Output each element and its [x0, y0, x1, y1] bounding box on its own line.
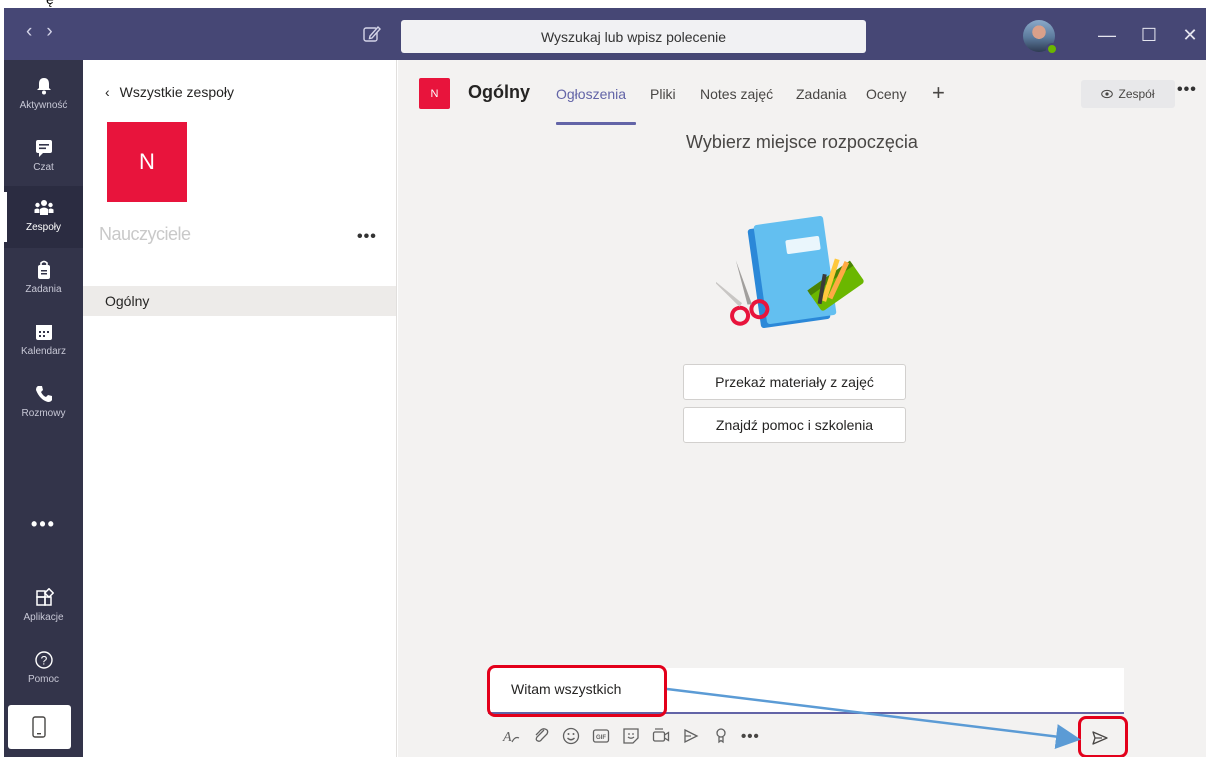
- team-name[interactable]: Nauczyciele: [99, 224, 191, 245]
- mobile-app-button[interactable]: [8, 705, 71, 749]
- tab-files[interactable]: Pliki: [650, 86, 676, 102]
- tab-assignments[interactable]: Zadania: [796, 86, 847, 102]
- chevron-left-icon: ‹: [105, 84, 110, 100]
- bell-icon: [36, 78, 51, 95]
- rail-label: Zespoły: [25, 222, 61, 233]
- tab-class-notebook[interactable]: Notes zajęć: [700, 86, 773, 102]
- mobile-device-icon: [32, 716, 46, 738]
- svg-text:A: A: [502, 730, 512, 745]
- team-avatar: N: [107, 122, 187, 202]
- rail-label: Rozmowy: [21, 408, 66, 419]
- add-tab-icon[interactable]: +: [932, 80, 945, 106]
- svg-text:?: ?: [40, 654, 47, 668]
- close-icon[interactable]: ✕: [1170, 18, 1206, 52]
- praise-icon[interactable]: [711, 726, 731, 746]
- calendar-icon: [35, 325, 52, 340]
- tab-posts[interactable]: Ogłoszenia: [556, 86, 626, 102]
- highlight-send-button: [1078, 716, 1128, 757]
- rail-item-help[interactable]: ? Pomoc: [4, 638, 83, 700]
- apps-icon: [35, 588, 54, 606]
- start-title: Wybierz miejsce rozpoczęcia: [686, 132, 918, 152]
- rail-item-chat[interactable]: Czat: [4, 126, 83, 188]
- teams-icon: [34, 200, 53, 215]
- channel-item-general[interactable]: Ogólny: [83, 286, 396, 316]
- attach-icon[interactable]: [531, 726, 551, 746]
- stream-icon[interactable]: [681, 726, 701, 746]
- help-icon: ?: [34, 651, 53, 669]
- team-view-label: Zespół: [1118, 87, 1155, 101]
- app-rail: Aktywność Czat Zespoły Zadania Kalendarz…: [4, 60, 83, 757]
- sticker-icon[interactable]: [621, 726, 641, 746]
- tab-grades[interactable]: Oceny: [866, 86, 906, 102]
- eye-icon: [1101, 89, 1114, 99]
- rail-label: Aktywność: [19, 100, 68, 111]
- chat-icon: [35, 140, 52, 157]
- emoji-icon[interactable]: [561, 726, 581, 746]
- new-chat-icon[interactable]: [361, 23, 383, 45]
- channel-label: Ogólny: [105, 293, 150, 309]
- more-options-icon[interactable]: •••: [741, 728, 760, 745]
- top-glyph: ę: [46, 0, 54, 7]
- assignments-icon: [37, 260, 50, 279]
- rail-item-calls[interactable]: Rozmowy: [4, 372, 83, 434]
- help-training-button[interactable]: Znajdź pomoc i szkolenia: [683, 407, 906, 443]
- compose-toolbar: A GIF •••: [501, 724, 760, 748]
- nav-arrows: ‹›: [26, 21, 67, 43]
- svg-text:GIF: GIF: [596, 735, 606, 741]
- rail-label: Zadania: [25, 284, 62, 295]
- rail-item-apps[interactable]: Aplikacje: [4, 576, 83, 638]
- all-teams-label: Wszystkie zespoły: [119, 84, 235, 100]
- all-teams-link[interactable]: ‹ Wszystkie zespoły: [105, 84, 234, 100]
- team-more-options[interactable]: •••: [357, 228, 377, 246]
- channel-team-avatar: N: [419, 78, 450, 109]
- format-icon[interactable]: A: [501, 726, 521, 746]
- teams-panel: ‹ Wszystkie zespoły N Nauczyciele ••• Ogó…: [83, 60, 397, 757]
- minimize-icon[interactable]: —: [1087, 18, 1127, 52]
- team-view-button[interactable]: Zespół: [1081, 80, 1175, 108]
- active-tab-indicator: [556, 122, 636, 125]
- gif-icon[interactable]: GIF: [591, 726, 611, 746]
- share-class-materials-button[interactable]: Przekaż materiały z zajęć: [683, 364, 906, 400]
- rail-label: Kalendarz: [20, 346, 67, 357]
- notebook-scissors-illustration: [716, 216, 864, 328]
- forward-arrow-icon[interactable]: ›: [46, 21, 66, 42]
- highlight-compose-text: [487, 665, 667, 717]
- rail-label: Pomoc: [27, 674, 60, 685]
- channel-title: Ogólny: [468, 82, 530, 102]
- channel-header: N Ogólny Ogłoszenia Pliki Notes zajęć Za…: [398, 60, 1206, 126]
- rail-item-assignments[interactable]: Zadania: [4, 248, 83, 310]
- meet-now-icon[interactable]: [651, 726, 671, 746]
- back-arrow-icon[interactable]: ‹: [26, 21, 46, 42]
- title-bar: ‹› Wyszukaj lub wpisz polecenie — ☐ ✕: [4, 8, 1206, 60]
- more-apps-icon[interactable]: •••: [4, 514, 83, 535]
- header-more-options[interactable]: •••: [1177, 81, 1197, 99]
- status-available-icon: [1046, 43, 1058, 55]
- rail-label: Czat: [33, 162, 54, 173]
- phone-icon: [35, 386, 52, 402]
- rail-item-activity[interactable]: Aktywność: [4, 64, 83, 126]
- rail-item-teams[interactable]: Zespoły: [4, 186, 83, 248]
- channel-main: N Ogólny Ogłoszenia Pliki Notes zajęć Za…: [398, 60, 1206, 757]
- maximize-icon[interactable]: ☐: [1129, 18, 1169, 52]
- search-input[interactable]: Wyszukaj lub wpisz polecenie: [401, 20, 866, 53]
- rail-label: Aplikacje: [23, 612, 64, 623]
- rail-item-calendar[interactable]: Kalendarz: [4, 310, 83, 372]
